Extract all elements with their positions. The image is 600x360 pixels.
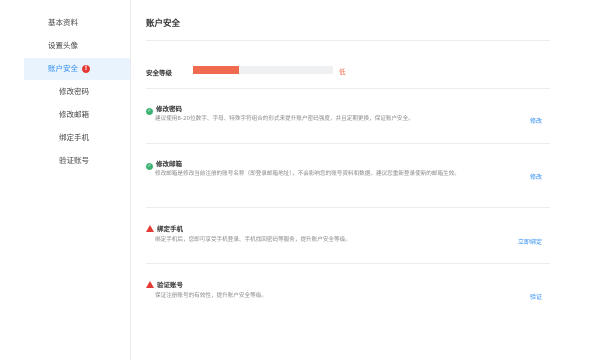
- row-verify-account-desc: 保证注册账号的有效性，提升账户安全等级。: [155, 293, 267, 299]
- sidebar-item-change-email[interactable]: 修改邮箱: [24, 104, 130, 126]
- row-change-password-desc: 建议使用8-20位数字、字母、特殊字符组合的形式来提升账户密码强度，并且定期更换…: [155, 116, 414, 122]
- warning-icon: [146, 281, 154, 288]
- row-title-text: 验证账号: [157, 281, 183, 289]
- divider: [146, 263, 550, 264]
- row-bind-phone-title: 绑定手机: [146, 223, 183, 233]
- row-title-text: 修改密码: [156, 105, 182, 113]
- row-title-text: 绑定手机: [157, 225, 183, 233]
- row-bind-phone-desc: 绑定手机后，您即可享受手机登录、手机找回密码等服务，提升账户安全等级。: [155, 237, 351, 243]
- sidebar-item-verify-account[interactable]: 验证账号: [24, 150, 130, 172]
- sidebar-item-set-avatar[interactable]: 设置头像: [24, 35, 130, 57]
- change-password-button[interactable]: 修改: [530, 116, 542, 125]
- warning-icon: [146, 225, 154, 232]
- security-level-bar: [193, 66, 333, 74]
- divider: [146, 88, 550, 89]
- row-title-text: 修改邮箱: [156, 160, 182, 168]
- sidebar-item-change-password[interactable]: 修改密码: [24, 81, 130, 103]
- sidebar-item-label: 修改邮箱: [59, 110, 89, 119]
- sidebar-item-bind-phone[interactable]: 绑定手机: [24, 127, 130, 149]
- check-icon: ✓: [146, 108, 153, 115]
- security-level-fill: [193, 66, 240, 74]
- main-content: 账户安全 安全等级 低 ✓ 修改密码 建议使用8-20位数字、字母、特殊字符组合的…: [146, 0, 550, 360]
- check-icon: ✓: [146, 163, 153, 170]
- row-verify-account-title: 验证账号: [146, 279, 183, 289]
- sidebar: 基本资料 设置头像 账户安全! 修改密码 修改邮箱 绑定手机 验证账号: [24, 0, 131, 360]
- divider: [146, 40, 550, 41]
- security-level-value: 低: [339, 68, 346, 76]
- change-email-button[interactable]: 修改: [530, 172, 542, 181]
- sidebar-item-basic-info[interactable]: 基本资料: [24, 12, 130, 34]
- bind-phone-button[interactable]: 立即绑定: [518, 237, 542, 246]
- verify-account-button[interactable]: 验证: [530, 292, 542, 301]
- divider: [146, 143, 550, 144]
- sidebar-item-label: 修改密码: [59, 87, 89, 96]
- divider: [146, 207, 550, 208]
- sidebar-item-label: 账户安全: [48, 64, 78, 73]
- security-level-label: 安全等级: [146, 69, 172, 77]
- sidebar-item-label: 验证账号: [59, 156, 89, 165]
- sidebar-item-account-security[interactable]: 账户安全!: [24, 58, 130, 80]
- sidebar-item-label: 设置头像: [48, 41, 78, 50]
- alert-icon: !: [82, 65, 90, 73]
- row-change-email-desc: 修改邮箱是修改当前注册的账号名称（即登录邮箱地址），不会影响您的账号资料和数据。…: [155, 171, 460, 177]
- sidebar-item-label: 绑定手机: [59, 133, 89, 142]
- sidebar-item-label: 基本资料: [48, 18, 78, 27]
- page-title: 账户安全: [146, 19, 181, 29]
